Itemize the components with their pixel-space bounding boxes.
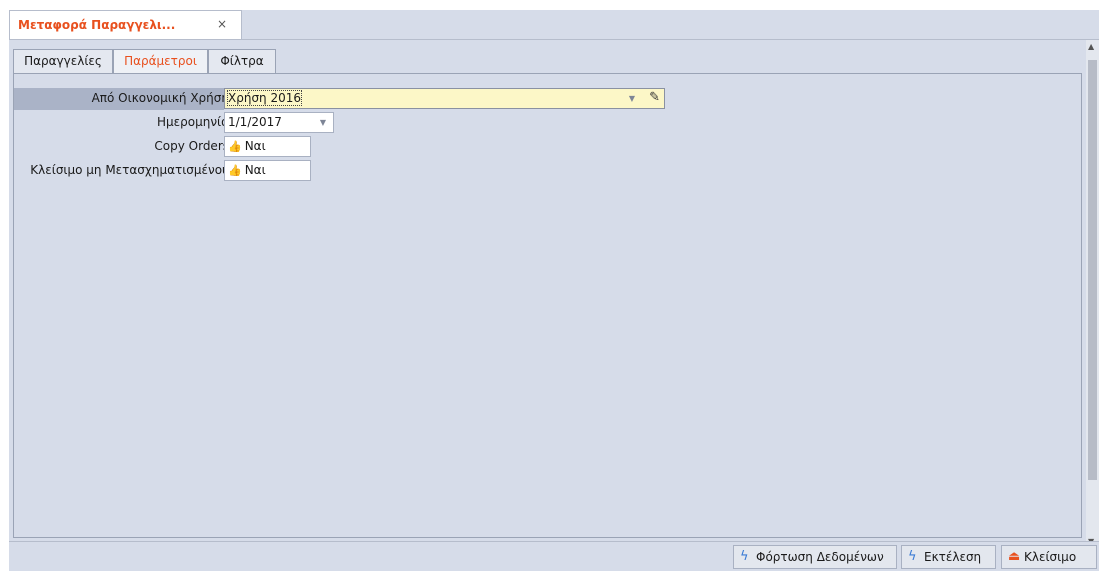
row-close-untransformed: Κλείσιμο μη Μετασχηματισμένου 👍 Ναι xyxy=(14,160,714,182)
load-data-label: Φόρτωση Δεδομένων xyxy=(756,550,884,564)
document-tab-transfer-orders[interactable]: Μεταφορά Παραγγελι... × xyxy=(9,10,242,39)
bolt-icon: ϟ xyxy=(908,549,917,564)
row-date: Ημερομηνία 1/1/2017 ▼ xyxy=(14,112,714,134)
date-value: 1/1/2017 xyxy=(228,115,282,129)
row-from-fiscal-year: Από Οικονομική Χρήση Χρήση 2016 ▼ ✎ xyxy=(14,88,714,110)
pencil-icon[interactable]: ✎ xyxy=(649,88,660,107)
thumbs-up-icon: 👍 xyxy=(228,164,242,177)
date-field[interactable]: 1/1/2017 ▼ xyxy=(224,112,334,133)
scrollbar-thumb[interactable] xyxy=(1088,60,1097,480)
application-window: Μεταφορά Παραγγελι... × Παραγγελίες Παρά… xyxy=(9,10,1099,571)
main-content: Παραγγελίες Παράμετροι Φίλτρα Από Οικονο… xyxy=(9,40,1086,570)
thumbs-up-icon: 👍 xyxy=(228,140,242,153)
vertical-scrollbar[interactable]: ▲ ▼ xyxy=(1086,40,1099,548)
from-fiscal-year-field[interactable]: Χρήση 2016 ▼ ✎ xyxy=(224,88,665,109)
dropdown-icon[interactable]: ▼ xyxy=(624,89,640,108)
bolt-icon: ϟ xyxy=(740,549,749,564)
execute-button[interactable]: ϟ Εκτέλεση xyxy=(901,545,996,569)
close-icon[interactable]: × xyxy=(217,17,227,31)
close-button[interactable]: ⏏ Κλείσιμο xyxy=(1001,545,1097,569)
eject-icon: ⏏ xyxy=(1008,549,1021,564)
copy-orders-label: Copy Orders xyxy=(154,139,229,153)
close-label: Κλείσιμο xyxy=(1024,550,1077,564)
tab-orders[interactable]: Παραγγελίες xyxy=(13,49,113,73)
from-fiscal-year-value: Χρήση 2016 xyxy=(226,90,303,106)
close-untransformed-value: Ναι xyxy=(244,163,266,177)
footer-toolbar: ϟ Φόρτωση Δεδομένων ϟ Εκτέλεση ⏏ Κλείσιμ… xyxy=(9,541,1099,571)
document-tab-bar: Μεταφορά Παραγγελι... × xyxy=(9,10,1099,40)
document-tab-title: Μεταφορά Παραγγελι... xyxy=(18,18,176,32)
parameters-panel: Από Οικονομική Χρήση Χρήση 2016 ▼ ✎ Ημερ… xyxy=(13,73,1082,538)
date-label: Ημερομηνία xyxy=(156,115,229,129)
tab-parameters[interactable]: Παράμετροι xyxy=(113,49,208,74)
copy-orders-value: Ναι xyxy=(244,139,266,153)
close-untransformed-label: Κλείσιμο μη Μετασχηματισμένου xyxy=(30,163,229,177)
scroll-up-arrow-icon[interactable]: ▲ xyxy=(1088,42,1094,51)
from-fiscal-year-label: Από Οικονομική Χρήση xyxy=(91,91,229,105)
load-data-button[interactable]: ϟ Φόρτωση Δεδομένων xyxy=(733,545,897,569)
tab-filters[interactable]: Φίλτρα xyxy=(208,49,276,73)
execute-label: Εκτέλεση xyxy=(924,550,982,564)
row-copy-orders: Copy Orders 👍 Ναι xyxy=(14,136,714,158)
close-untransformed-field[interactable]: 👍 Ναι xyxy=(224,160,311,181)
copy-orders-field[interactable]: 👍 Ναι xyxy=(224,136,311,157)
chevron-down-icon[interactable]: ▼ xyxy=(315,113,331,132)
